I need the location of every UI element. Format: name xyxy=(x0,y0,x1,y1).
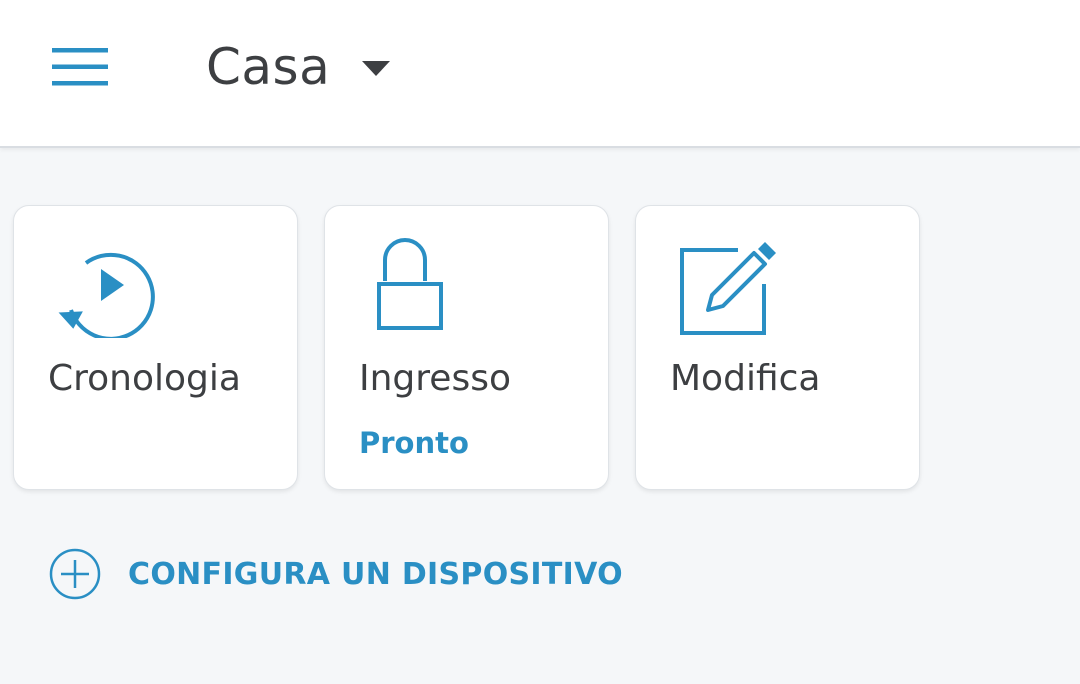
history-play-icon xyxy=(58,252,155,338)
tile-entrance[interactable]: Ingresso Pronto xyxy=(324,205,609,490)
lock-icon xyxy=(377,238,443,330)
tile-label: Ingresso xyxy=(359,358,511,399)
tile-label: Cronologia xyxy=(48,358,241,399)
setup-device-label: CONFIGURA UN DISPOSITIVO xyxy=(128,556,623,592)
tile-label: Modifica xyxy=(670,358,821,399)
tile-history[interactable]: Cronologia xyxy=(13,205,298,490)
tile-status: Pronto xyxy=(359,426,469,460)
location-selector[interactable]: Casa xyxy=(206,30,391,104)
setup-device-button[interactable]: CONFIGURA UN DISPOSITIVO xyxy=(48,546,623,602)
caret-down-icon xyxy=(362,61,391,76)
menu-button[interactable] xyxy=(40,30,120,104)
page-title: Casa xyxy=(206,38,331,96)
app-bar: Casa xyxy=(0,0,1080,148)
add-circle-icon xyxy=(49,548,101,600)
hamburger-menu-icon xyxy=(52,48,108,86)
tile-edit[interactable]: Modifica xyxy=(635,205,920,490)
edit-pencil-icon xyxy=(680,242,776,335)
